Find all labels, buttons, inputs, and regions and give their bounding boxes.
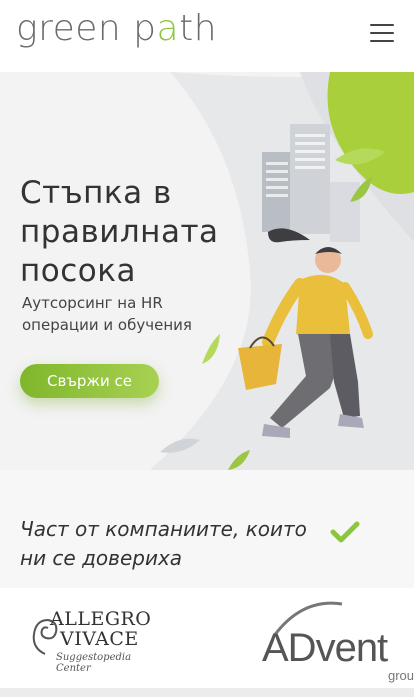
- advent-subtext: group: [388, 668, 414, 683]
- advent-text: ADvent: [262, 626, 388, 670]
- client-logos-carousel[interactable]: ALLEGRO VIVACE Suggestopedia Center ADve…: [0, 588, 414, 688]
- site-header: green path: [0, 0, 414, 72]
- logo-text-accent: a: [156, 8, 180, 49]
- footer-strip: [0, 688, 414, 697]
- contact-button[interactable]: Свържи се: [20, 364, 159, 398]
- allegro-vivace-logo[interactable]: ALLEGRO VIVACE Suggestopedia Center: [30, 604, 160, 674]
- clients-section: Част от компаниите, които ни се довериха: [0, 470, 414, 588]
- checkmark-icon: [330, 521, 360, 543]
- hamburger-icon[interactable]: [370, 22, 398, 44]
- allegro-line1: ALLEGRO: [50, 608, 152, 630]
- clients-heading: Част от компаниите, които ни се довериха: [20, 517, 307, 570]
- logo-text-2: th: [179, 8, 218, 49]
- site-logo[interactable]: green path: [16, 8, 217, 49]
- allegro-line2: VIVACE: [60, 628, 139, 650]
- logo-text-1: green p: [16, 8, 157, 49]
- allegro-tagline: Suggestopedia Center: [56, 652, 132, 674]
- hero-section: Стъпка в правилната посока Аутсорсинг на…: [0, 72, 414, 470]
- hero-subtitle: Аутсорсинг на HR операции и обучения: [22, 294, 192, 334]
- hero-title: Стъпка в правилната посока: [20, 175, 219, 289]
- advent-group-logo[interactable]: ADvent group: [262, 596, 414, 683]
